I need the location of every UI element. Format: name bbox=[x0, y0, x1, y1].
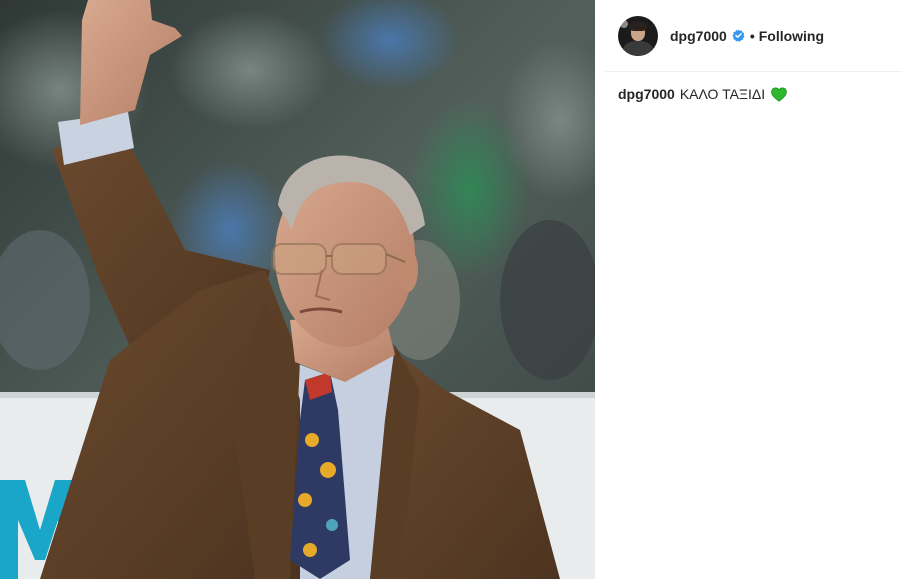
post-header: dpg7000 • Following bbox=[595, 0, 912, 71]
username-link[interactable]: dpg7000 bbox=[670, 28, 727, 44]
post-caption: dpg7000 ΚΑΛΟ ΤΑΞΙΔΙ bbox=[618, 85, 898, 103]
photo-of-elderly-man-waving bbox=[0, 0, 595, 579]
caption-text: ΚΑΛΟ ΤΑΞΙΔΙ bbox=[679, 86, 766, 102]
verified-badge-icon bbox=[732, 29, 745, 42]
post-sidebar: dpg7000 • Following dpg7000 ΚΑΛΟ ΤΑΞΙΔΙ bbox=[595, 0, 912, 579]
caption-username-link[interactable]: dpg7000 bbox=[618, 85, 675, 103]
avatar[interactable] bbox=[618, 15, 658, 56]
instagram-post: dpg7000 • Following dpg7000 ΚΑΛΟ ΤΑΞΙΔΙ bbox=[0, 0, 912, 579]
post-photo[interactable] bbox=[0, 0, 595, 579]
following-button[interactable]: Following bbox=[759, 28, 824, 44]
green-heart-icon bbox=[771, 86, 787, 102]
separator-dot: • bbox=[749, 27, 755, 44]
header-divider bbox=[605, 71, 902, 72]
